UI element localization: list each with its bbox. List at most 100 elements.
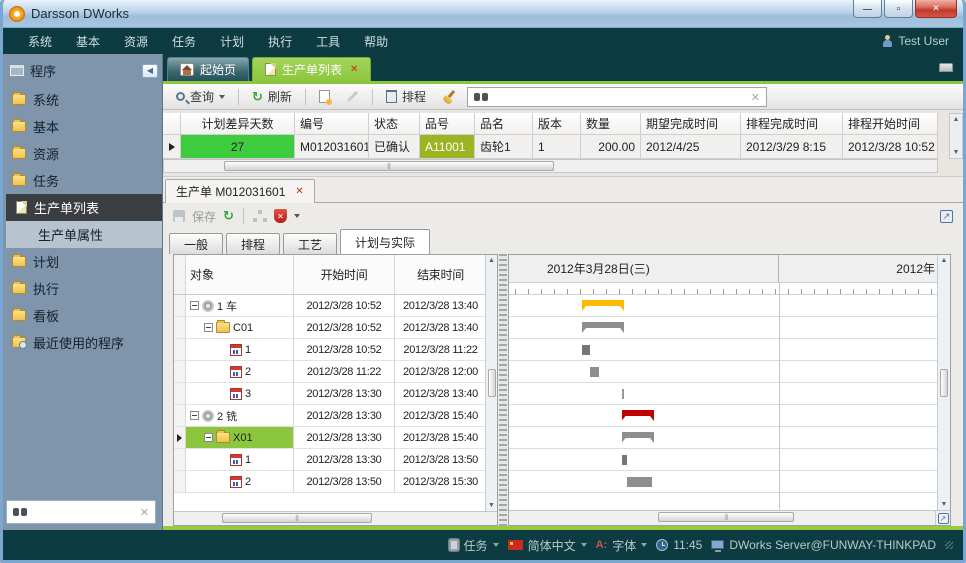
table-row[interactable]: 2 铣 2012/3/28 13:30 2012/3/28 15:40: [174, 405, 485, 427]
scrollbar-thumb[interactable]: [488, 369, 496, 397]
edit-button[interactable]: [341, 93, 364, 100]
toolbar-search-input[interactable]: [494, 90, 745, 104]
status-language-menu[interactable]: 简体中文: [508, 537, 587, 554]
menu-plan[interactable]: 计划: [209, 30, 255, 53]
tab-close-icon[interactable]: ✕: [350, 64, 358, 75]
col-expect-finish[interactable]: 期望完成时间: [641, 113, 741, 135]
gantt-bar[interactable]: [627, 477, 652, 487]
order-tab-close-icon[interactable]: ✕: [295, 186, 303, 197]
collapse-icon[interactable]: [190, 301, 199, 310]
sidebar-item-production-order-props[interactable]: 生产单属性: [6, 221, 162, 248]
col-item-no[interactable]: 品号: [420, 113, 475, 135]
gantt-horizontal-scrollbar[interactable]: [509, 511, 935, 525]
scrollbar-thumb[interactable]: [222, 513, 372, 523]
close-button[interactable]: [915, 0, 957, 18]
table-row[interactable]: 1 车 2012/3/28 10:52 2012/3/28 13:40: [174, 295, 485, 317]
cancel-shield-icon[interactable]: [274, 209, 287, 223]
gantt-bar[interactable]: [622, 410, 655, 421]
table-row[interactable]: 1 2012/3/28 13:30 2012/3/28 13:50: [174, 449, 485, 471]
collapse-icon[interactable]: [204, 323, 213, 332]
clean-button[interactable]: [437, 88, 461, 106]
col-code[interactable]: 编号: [295, 113, 369, 135]
clear-icon[interactable]: [140, 503, 149, 521]
expand-gantt-icon[interactable]: [938, 513, 949, 524]
minimize-button[interactable]: [853, 0, 882, 18]
table-vertical-scrollbar[interactable]: ▲ ▼: [485, 255, 497, 511]
gantt-vertical-scrollbar[interactable]: ▲ ▼: [937, 255, 950, 510]
subtab-schedule[interactable]: 排程: [226, 233, 280, 254]
gantt-bar[interactable]: [582, 322, 624, 333]
grid-data-row[interactable]: 27 M012031601 已确认 A11001 齿轮1 1 200.00 20…: [163, 135, 963, 159]
printer-icon[interactable]: [939, 63, 953, 72]
status-font-menu[interactable]: A: 字体: [596, 537, 648, 554]
table-row[interactable]: C01 2012/3/28 10:52 2012/3/28 13:40: [174, 317, 485, 339]
sidebar-item-task[interactable]: 任务: [6, 167, 162, 194]
refresh-icon[interactable]: [223, 208, 234, 224]
scroll-down-icon[interactable]: ▼: [953, 149, 960, 156]
menu-task[interactable]: 任务: [161, 30, 207, 53]
col-qty[interactable]: 数量: [581, 113, 641, 135]
scroll-up-icon[interactable]: ▲: [953, 116, 960, 123]
col-item-name[interactable]: 品名: [475, 113, 533, 135]
col-end-time[interactable]: 结束时间: [395, 255, 487, 294]
gantt-bar[interactable]: [590, 367, 600, 377]
sidebar-item-system[interactable]: 系统: [6, 86, 162, 113]
table-row-selected[interactable]: X01 2012/3/28 13:30 2012/3/28 15:40: [174, 427, 485, 449]
col-diff-days[interactable]: 计划差异天数: [181, 113, 295, 135]
scroll-up-icon[interactable]: ▲: [941, 257, 948, 264]
sidebar-item-resource[interactable]: 资源: [6, 140, 162, 167]
gantt-bar[interactable]: [622, 455, 627, 465]
table-horizontal-scrollbar[interactable]: [174, 511, 497, 525]
table-row[interactable]: 2 2012/3/28 11:22 2012/3/28 12:00: [174, 361, 485, 383]
chevron-down-icon[interactable]: [294, 214, 300, 218]
resize-grip[interactable]: [945, 541, 953, 549]
tab-production-order-list[interactable]: 生产单列表 ✕: [252, 57, 371, 81]
sidebar-collapse-button[interactable]: ◀: [142, 64, 158, 78]
scrollbar-thumb[interactable]: [940, 369, 948, 397]
table-row[interactable]: 2 2012/3/28 13:50 2012/3/28 15:30: [174, 471, 485, 493]
collapse-icon[interactable]: [190, 411, 199, 420]
sidebar-item-execute[interactable]: 执行: [6, 275, 162, 302]
gantt-bar[interactable]: [582, 300, 624, 311]
subtab-plan-vs-actual[interactable]: 计划与实际: [340, 229, 430, 254]
pane-splitter[interactable]: [499, 254, 507, 526]
user-info[interactable]: Test User: [882, 34, 949, 48]
table-row[interactable]: 1 2012/3/28 10:52 2012/3/28 11:22: [174, 339, 485, 361]
sidebar-item-plan[interactable]: 计划: [6, 248, 162, 275]
schedule-button[interactable]: 排程: [381, 86, 431, 107]
col-sched-finish[interactable]: 排程完成时间: [741, 113, 843, 135]
collapse-icon[interactable]: [204, 433, 213, 442]
save-button[interactable]: 保存: [192, 208, 216, 225]
refresh-button[interactable]: 刷新: [247, 86, 297, 107]
new-button[interactable]: [314, 88, 335, 105]
grid-horizontal-scrollbar[interactable]: [163, 159, 938, 173]
maximize-button[interactable]: [884, 0, 913, 18]
grid-vertical-scrollbar[interactable]: ▲ ▼: [949, 113, 963, 159]
sidebar-item-basic[interactable]: 基本: [6, 113, 162, 140]
scrollbar-thumb[interactable]: [224, 161, 554, 171]
sidebar-item-production-order-list[interactable]: 生产单列表: [6, 194, 162, 221]
col-object[interactable]: 对象: [186, 255, 294, 294]
clear-icon[interactable]: [751, 90, 760, 104]
query-button[interactable]: 查询: [171, 86, 230, 107]
scroll-down-icon[interactable]: ▼: [488, 502, 495, 509]
menu-help[interactable]: 帮助: [353, 30, 399, 53]
subtab-process[interactable]: 工艺: [283, 233, 337, 254]
subtab-general[interactable]: 一般: [169, 233, 223, 254]
gantt-bar[interactable]: [622, 432, 655, 443]
gantt-bar[interactable]: [582, 345, 590, 355]
order-document-tab[interactable]: 生产单 M012031601 ✕: [165, 179, 315, 203]
menu-tools[interactable]: 工具: [305, 30, 351, 53]
scrollbar-thumb[interactable]: [658, 512, 794, 522]
col-sched-start[interactable]: 排程开始时间: [843, 113, 938, 135]
tab-home[interactable]: 起始页: [167, 57, 249, 81]
sidebar-item-kanban[interactable]: 看板: [6, 302, 162, 329]
scroll-up-icon[interactable]: ▲: [488, 257, 495, 264]
menu-resource[interactable]: 资源: [113, 30, 159, 53]
open-in-new-window-icon[interactable]: [940, 210, 953, 223]
status-task-menu[interactable]: 任务: [449, 537, 499, 554]
col-start-time[interactable]: 开始时间: [294, 255, 395, 294]
gantt-bar[interactable]: [622, 389, 625, 399]
col-status[interactable]: 状态: [369, 113, 420, 135]
menu-basic[interactable]: 基本: [65, 30, 111, 53]
